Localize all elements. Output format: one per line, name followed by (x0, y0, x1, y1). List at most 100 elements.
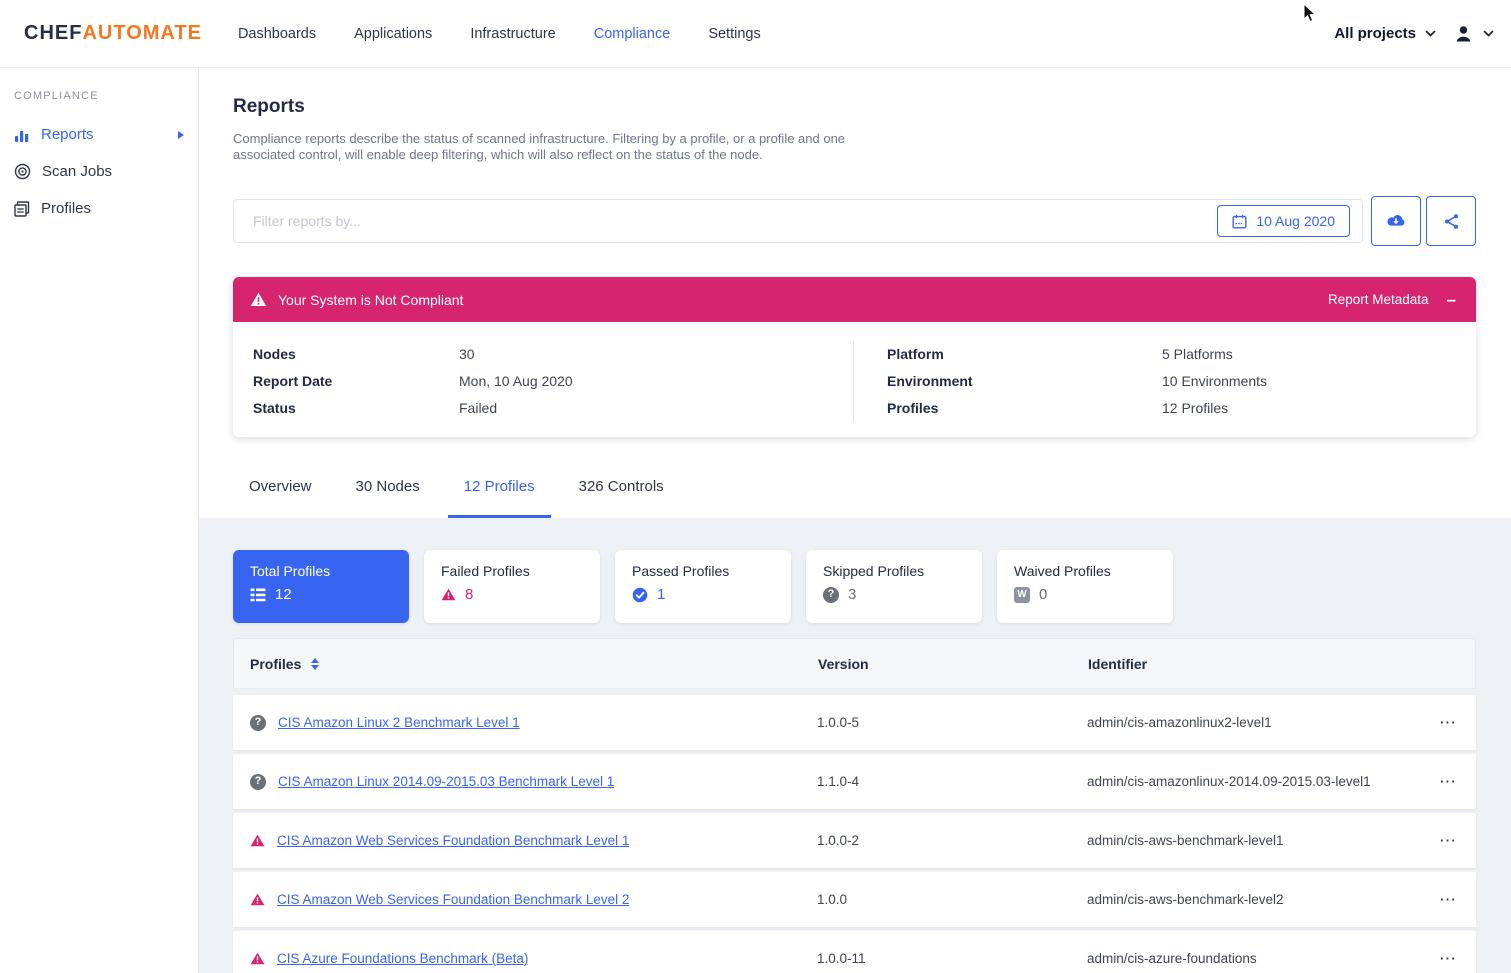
card-title: Passed Profiles (632, 563, 791, 579)
card-title: Total Profiles (250, 563, 409, 579)
metadata-label: Platform (887, 346, 1162, 362)
card-value: 0 (1039, 586, 1047, 603)
compliance-sidebar: COMPLIANCE Reports Scan Jobs Profile (0, 68, 199, 973)
card-value: 3 (848, 586, 856, 603)
version-cell: 1.0.0-5 (817, 715, 1087, 730)
reports-toolbar: 10 Aug 2020 (233, 196, 1476, 246)
card-value: 12 (275, 586, 292, 603)
chef-automate-logo[interactable]: CHEFAUTOMATE (24, 22, 202, 45)
stacked-documents-icon (14, 201, 30, 217)
tab-controls[interactable]: 326 Controls (563, 470, 680, 518)
nav-item-applications[interactable]: Applications (354, 26, 432, 42)
skipped-question-icon: ? (823, 587, 839, 603)
row-menu-icon[interactable]: ⋯ (1439, 890, 1457, 909)
card-title: Skipped Profiles (823, 563, 982, 579)
chevron-down-icon[interactable] (1483, 30, 1494, 38)
sidebar-item-scan-jobs[interactable]: Scan Jobs (0, 153, 198, 190)
sidebar-section-title: COMPLIANCE (14, 90, 198, 102)
failed-profiles-card[interactable]: Failed Profiles 8 (424, 550, 600, 623)
card-stat: 8 (441, 586, 600, 603)
profile-link[interactable]: CIS Amazon Web Services Foundation Bench… (277, 833, 629, 848)
card-stat: W 0 (1014, 586, 1173, 603)
passed-check-icon (632, 587, 648, 603)
profile-link[interactable]: CIS Amazon Web Services Foundation Bench… (277, 892, 629, 907)
profile-link[interactable]: CIS Azure Foundations Benchmark (Beta) (277, 951, 528, 966)
top-navigation-bar: CHEFAUTOMATE Dashboards Applications Inf… (0, 0, 1511, 68)
failed-triangle-icon (441, 588, 456, 601)
expand-arrow-icon[interactable] (178, 131, 184, 139)
projects-selector[interactable]: All projects (1334, 25, 1416, 42)
share-report-button[interactable] (1426, 196, 1476, 246)
metadata-value: 5 Platforms (1162, 346, 1233, 362)
filter-reports-input[interactable] (253, 213, 1217, 229)
card-value: 1 (657, 586, 665, 603)
list-icon (250, 588, 266, 602)
skipped-question-icon: ? (250, 774, 266, 790)
metadata-label: Report Date (253, 373, 459, 389)
waived-profiles-card[interactable]: Waived Profiles W 0 (997, 550, 1173, 623)
nav-item-compliance[interactable]: Compliance (594, 26, 671, 42)
skipped-profiles-card[interactable]: Skipped Profiles ? 3 (806, 550, 982, 623)
warning-triangle-icon (250, 292, 267, 307)
nav-item-infrastructure[interactable]: Infrastructure (470, 26, 555, 42)
metadata-value: 10 Environments (1162, 373, 1267, 389)
tab-profiles[interactable]: 12 Profiles (448, 470, 551, 518)
app-body: COMPLIANCE Reports Scan Jobs Profile (0, 68, 1511, 973)
metadata-value: 30 (459, 346, 475, 362)
bar-chart-icon (14, 127, 30, 143)
header-cell-profiles: Profiles (234, 656, 818, 672)
identifier-cell: admin/cis-aws-benchmark-level2 (1087, 892, 1420, 907)
row-menu-icon[interactable]: ⋯ (1439, 772, 1457, 791)
passed-profiles-card[interactable]: Passed Profiles 1 (615, 550, 791, 623)
table-row: CIS Azure Foundations Benchmark (Beta) 1… (233, 931, 1476, 973)
identifier-cell: admin/cis-amazonlinux2-level1 (1087, 715, 1420, 730)
card-title: Waived Profiles (1014, 563, 1173, 579)
banner-actions: Report Metadata – (1328, 291, 1456, 308)
profile-link[interactable]: CIS Amazon Linux 2 Benchmark Level 1 (278, 715, 520, 730)
row-menu-icon[interactable]: ⋯ (1439, 713, 1457, 732)
header-cell-identifier: Identifier (1088, 656, 1419, 672)
profile-name-cell: CIS Amazon Web Services Foundation Bench… (233, 833, 817, 848)
nav-item-settings[interactable]: Settings (708, 26, 760, 42)
waived-badge-icon: W (1014, 587, 1030, 603)
metadata-row: Status Failed (253, 394, 853, 421)
profile-link[interactable]: CIS Amazon Linux 2014.09-2015.03 Benchma… (278, 774, 614, 789)
sidebar-item-reports[interactable]: Reports (0, 116, 198, 153)
collapse-icon[interactable]: – (1447, 291, 1456, 308)
metadata-label: Environment (887, 373, 1162, 389)
column-label: Profiles (250, 656, 301, 672)
card-stat: 1 (632, 586, 791, 603)
tab-overview[interactable]: Overview (233, 470, 328, 518)
download-report-button[interactable] (1371, 196, 1421, 246)
profile-name-cell: ? CIS Amazon Linux 2 Benchmark Level 1 (233, 715, 817, 731)
user-profile-icon[interactable] (1453, 24, 1474, 44)
cloud-download-icon (1385, 213, 1407, 229)
total-profiles-card[interactable]: Total Profiles 12 (233, 550, 409, 623)
metadata-row: Nodes 30 (253, 340, 853, 367)
sidebar-item-label: Scan Jobs (42, 163, 112, 180)
tab-nodes[interactable]: 30 Nodes (340, 470, 436, 518)
nav-item-dashboards[interactable]: Dashboards (238, 26, 316, 42)
metadata-value: 12 Profiles (1162, 400, 1228, 416)
metadata-label: Profiles (887, 400, 1162, 416)
header-cell-version: Version (818, 656, 1088, 672)
date-picker-button[interactable]: 10 Aug 2020 (1217, 205, 1350, 237)
metadata-label: Nodes (253, 346, 459, 362)
failed-triangle-icon (250, 952, 265, 965)
version-cell: 1.0.0-11 (817, 951, 1087, 966)
table-row: ? CIS Amazon Linux 2 Benchmark Level 1 1… (233, 695, 1476, 750)
sidebar-item-profiles[interactable]: Profiles (0, 190, 198, 227)
sidebar-item-label: Profiles (41, 200, 91, 217)
chevron-down-icon[interactable] (1425, 30, 1436, 38)
report-metadata-toggle[interactable]: Report Metadata (1328, 292, 1429, 307)
sort-toggle-icon[interactable] (311, 658, 319, 670)
chef-automate-app: CHEFAUTOMATE Dashboards Applications Inf… (0, 0, 1511, 973)
main-content: Reports Compliance reports describe the … (199, 68, 1511, 973)
row-menu-icon[interactable]: ⋯ (1439, 831, 1457, 850)
filter-bar[interactable]: 10 Aug 2020 (233, 199, 1363, 243)
table-row: CIS Amazon Web Services Foundation Bench… (233, 872, 1476, 927)
failed-triangle-icon (250, 893, 265, 906)
sidebar-item-label: Reports (41, 126, 94, 143)
logo-automate-text: AUTOMATE (82, 22, 201, 45)
row-menu-icon[interactable]: ⋯ (1439, 949, 1457, 968)
